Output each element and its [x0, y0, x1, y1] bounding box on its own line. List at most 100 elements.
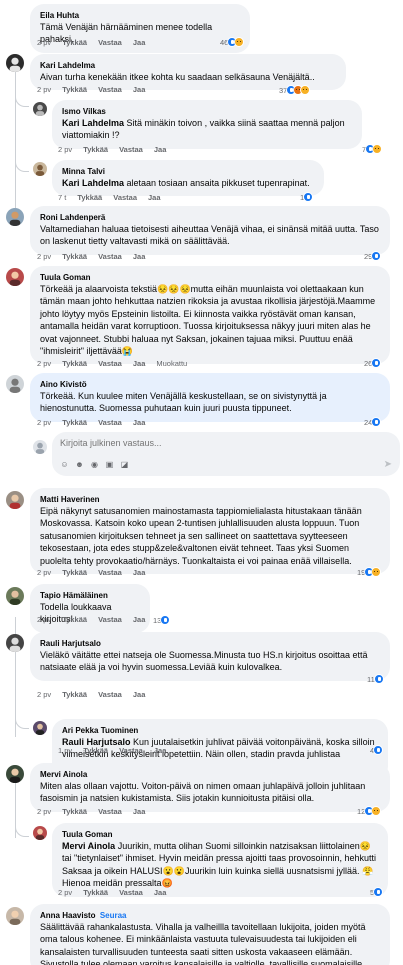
- reply-link[interactable]: Vastaa: [98, 690, 122, 699]
- reaction-summary[interactable]: 1: [300, 192, 314, 202]
- reply-link[interactable]: Vastaa: [98, 252, 122, 261]
- comment-author[interactable]: Tuula Goman: [40, 272, 380, 283]
- share-link[interactable]: Jaa: [133, 418, 146, 427]
- reply-link[interactable]: Vastaa: [98, 568, 122, 577]
- reply-link[interactable]: Vastaa: [119, 888, 143, 897]
- like-link[interactable]: Tykkää: [62, 418, 87, 427]
- reaction-summary[interactable]: 4: [370, 745, 384, 755]
- comment-time[interactable]: 2 pv: [58, 145, 72, 154]
- reaction-summary[interactable]: 19: [357, 567, 382, 577]
- share-link[interactable]: Jaa: [133, 359, 146, 368]
- avatar[interactable]: [33, 721, 47, 735]
- comment-time[interactable]: 2 pv: [37, 252, 51, 261]
- avatar[interactable]: [33, 162, 47, 176]
- share-link[interactable]: Jaa: [133, 807, 146, 816]
- comment-time[interactable]: 2 pv: [37, 615, 51, 624]
- comment-author[interactable]: Kari Lahdelma: [40, 60, 336, 71]
- reaction-summary[interactable]: 29: [364, 251, 382, 261]
- reply-input[interactable]: [60, 438, 360, 448]
- avatar[interactable]: [33, 826, 47, 840]
- avatar[interactable]: [6, 54, 24, 72]
- comment-author[interactable]: Tapio Hämäläinen: [40, 590, 140, 601]
- like-link[interactable]: Tykkää: [62, 38, 87, 47]
- share-link[interactable]: Jaa: [154, 746, 167, 755]
- share-link[interactable]: Jaa: [133, 615, 146, 624]
- comment-author[interactable]: Ismo Vilkas: [62, 106, 352, 117]
- like-link[interactable]: Tykkää: [62, 807, 87, 816]
- reaction-summary[interactable]: 24: [364, 417, 382, 427]
- reaction-summary[interactable]: 46: [220, 37, 245, 47]
- reply-link[interactable]: Vastaa: [119, 145, 143, 154]
- share-link[interactable]: Jaa: [133, 38, 146, 47]
- comment-time[interactable]: 2 pv: [37, 85, 51, 94]
- share-link[interactable]: Jaa: [133, 85, 146, 94]
- like-link[interactable]: Tykkää: [62, 690, 87, 699]
- send-icon[interactable]: ➤: [384, 459, 392, 470]
- avatar[interactable]: [6, 268, 24, 286]
- reply-link[interactable]: Vastaa: [98, 38, 122, 47]
- reply-link[interactable]: Vastaa: [98, 85, 122, 94]
- reaction-summary[interactable]: 26: [364, 358, 382, 368]
- avatar[interactable]: [6, 634, 24, 652]
- avatar-sticker-icon[interactable]: ☺: [60, 460, 69, 469]
- comment-time[interactable]: 2 pv: [58, 888, 72, 897]
- avatar[interactable]: [6, 491, 24, 509]
- comment-time[interactable]: 2 pv: [37, 690, 51, 699]
- comment-author[interactable]: Ari Pekka Tuominen: [62, 725, 378, 736]
- share-link[interactable]: Jaa: [133, 252, 146, 261]
- comment-author[interactable]: Mervi Ainola: [40, 769, 380, 780]
- comment-author[interactable]: Aino Kivistö: [40, 379, 380, 390]
- avatar[interactable]: [6, 587, 24, 605]
- like-link[interactable]: Tykkää: [77, 193, 102, 202]
- mention[interactable]: Mervi Ainola: [62, 841, 115, 851]
- comment-author[interactable]: Roni Lahdenperä: [40, 212, 380, 223]
- share-link[interactable]: Jaa: [133, 568, 146, 577]
- comment-time[interactable]: 2 pv: [37, 418, 51, 427]
- like-link[interactable]: Tykkää: [62, 85, 87, 94]
- reply-link[interactable]: Vastaa: [119, 746, 143, 755]
- comment-time[interactable]: 2 pv: [37, 359, 51, 368]
- reaction-summary[interactable]: 13: [153, 615, 171, 625]
- comment-author[interactable]: Tuula Goman: [62, 829, 378, 840]
- comment-time[interactable]: 1 pv: [58, 746, 72, 755]
- avatar[interactable]: [6, 208, 24, 226]
- comment-author[interactable]: Minna Talvi: [62, 166, 314, 177]
- reply-link[interactable]: Vastaa: [98, 807, 122, 816]
- comment-time[interactable]: 2 pv: [37, 38, 51, 47]
- like-link[interactable]: Tykkää: [62, 615, 87, 624]
- comment-author[interactable]: Matti Haverinen: [40, 494, 380, 505]
- share-link[interactable]: Jaa: [133, 690, 146, 699]
- reply-link[interactable]: Vastaa: [98, 418, 122, 427]
- avatar[interactable]: [6, 375, 24, 393]
- like-link[interactable]: Tykkää: [83, 145, 108, 154]
- gif-icon[interactable]: ▣: [105, 460, 114, 469]
- reaction-summary[interactable]: 7: [362, 144, 383, 154]
- sticker-icon[interactable]: ◪: [120, 460, 129, 469]
- reply-link[interactable]: Vastaa: [113, 193, 137, 202]
- like-link[interactable]: Tykkää: [83, 746, 108, 755]
- avatar[interactable]: [6, 907, 24, 925]
- comment-time[interactable]: 7 t: [58, 193, 66, 202]
- comment-author[interactable]: Anna Haavisto Seuraa: [40, 910, 380, 921]
- comment-author[interactable]: Rauli Harjutsalo: [40, 638, 380, 649]
- reply-link[interactable]: Vastaa: [98, 615, 122, 624]
- follow-button[interactable]: Seuraa: [100, 911, 127, 920]
- comment-time[interactable]: 2 pv: [37, 568, 51, 577]
- avatar[interactable]: [6, 765, 24, 783]
- share-link[interactable]: Jaa: [154, 888, 167, 897]
- share-link[interactable]: Jaa: [154, 145, 167, 154]
- mention[interactable]: Kari Lahdelma: [62, 118, 124, 128]
- comment-author[interactable]: Eila Huhta: [40, 10, 240, 21]
- share-link[interactable]: Jaa: [148, 193, 161, 202]
- emoji-icon[interactable]: ☻: [75, 460, 84, 469]
- like-link[interactable]: Tykkää: [62, 359, 87, 368]
- like-link[interactable]: Tykkää: [62, 568, 87, 577]
- camera-icon[interactable]: ◉: [90, 460, 99, 469]
- comment-time[interactable]: 2 pv: [37, 807, 51, 816]
- reaction-summary[interactable]: 37: [279, 85, 311, 95]
- reply-link[interactable]: Vastaa: [98, 359, 122, 368]
- reaction-summary[interactable]: 12: [357, 806, 382, 816]
- like-link[interactable]: Tykkää: [62, 252, 87, 261]
- avatar[interactable]: [33, 102, 47, 116]
- reaction-summary[interactable]: 5: [370, 887, 384, 897]
